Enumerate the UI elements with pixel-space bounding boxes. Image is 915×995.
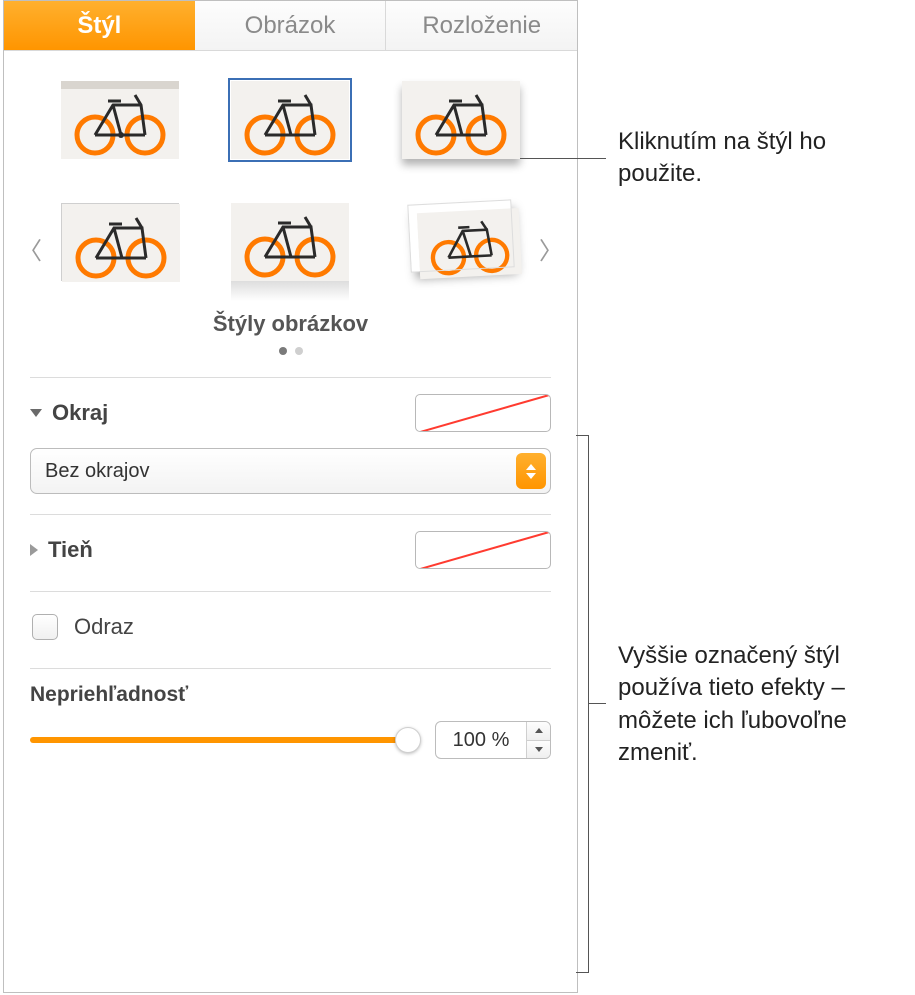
callout-effects: Vyššie označený štýl používa tieto efekt… <box>618 640 908 770</box>
border-type-value: Bez okrajov <box>45 460 150 483</box>
chevron-down-icon <box>535 747 543 752</box>
shadow-section: Tieň <box>30 514 551 591</box>
pager-dot-2[interactable] <box>295 347 303 355</box>
callout-bracket-mid <box>588 703 606 704</box>
border-section: Okraj Bez okrajov <box>30 377 551 514</box>
tab-image[interactable]: Obrázok <box>195 1 387 50</box>
tab-style-label: Štýl <box>77 12 121 40</box>
border-label: Okraj <box>52 400 108 426</box>
chevron-left-icon: 〈 <box>18 238 42 265</box>
gallery-title: Štýly obrázkov <box>54 311 527 337</box>
opacity-stepper-down[interactable] <box>527 741 550 759</box>
opacity-slider-track <box>30 737 419 743</box>
border-preview-swatch[interactable] <box>415 394 551 432</box>
gallery-pager <box>54 347 527 355</box>
opacity-slider-knob[interactable] <box>395 727 421 753</box>
style-sections: Okraj Bez okrajov <box>4 377 577 783</box>
gallery-prev-button[interactable]: 〈 <box>18 231 42 266</box>
shadow-disclosure-icon[interactable] <box>30 544 38 556</box>
chevron-up-icon <box>535 728 543 733</box>
style-thumbnails-grid <box>54 81 527 281</box>
tab-image-label: Obrázok <box>245 12 336 40</box>
reflection-label: Odraz <box>74 614 134 640</box>
style-thumbnail-4[interactable] <box>61 203 179 281</box>
style-thumbnail-1[interactable] <box>61 81 179 159</box>
tab-style[interactable]: Štýl <box>4 1 195 50</box>
style-gallery: 〈 〉 <box>4 51 577 377</box>
opacity-slider[interactable] <box>30 727 419 753</box>
style-thumbnail-3[interactable] <box>402 81 520 159</box>
style-thumbnail-2[interactable] <box>231 81 349 159</box>
style-thumbnail-6[interactable] <box>408 200 513 271</box>
inspector-tabs: Štýl Obrázok Rozloženie <box>4 1 577 51</box>
tab-layout-label: Rozloženie <box>422 12 541 40</box>
chevron-right-icon: 〉 <box>539 238 563 265</box>
opacity-label: Nepriehľadnosť <box>30 683 551 707</box>
opacity-value-text[interactable]: 100 % <box>436 722 526 758</box>
shadow-preview-swatch[interactable] <box>415 531 551 569</box>
format-inspector-panel: Štýl Obrázok Rozloženie 〈 〉 <box>3 0 578 993</box>
opacity-section: Nepriehľadnosť 100 % <box>30 668 551 783</box>
callout-leader-line <box>520 158 606 159</box>
opacity-stepper <box>526 722 550 758</box>
callout-bracket <box>588 435 589 973</box>
tab-layout[interactable]: Rozloženie <box>386 1 577 50</box>
opacity-stepper-up[interactable] <box>527 722 550 741</box>
pager-dot-1[interactable] <box>279 347 287 355</box>
border-type-select[interactable]: Bez okrajov <box>30 448 551 494</box>
opacity-value-box: 100 % <box>435 721 551 759</box>
callout-apply-style: Kliknutím na štýl ho použite. <box>618 126 898 191</box>
gallery-next-button[interactable]: 〉 <box>539 231 563 266</box>
select-stepper-icon <box>516 453 546 489</box>
style-thumbnail-5[interactable] <box>231 203 349 281</box>
reflection-checkbox[interactable] <box>32 614 58 640</box>
reflection-section: Odraz <box>30 591 551 668</box>
border-disclosure-icon[interactable] <box>30 409 42 417</box>
shadow-label: Tieň <box>48 537 93 563</box>
